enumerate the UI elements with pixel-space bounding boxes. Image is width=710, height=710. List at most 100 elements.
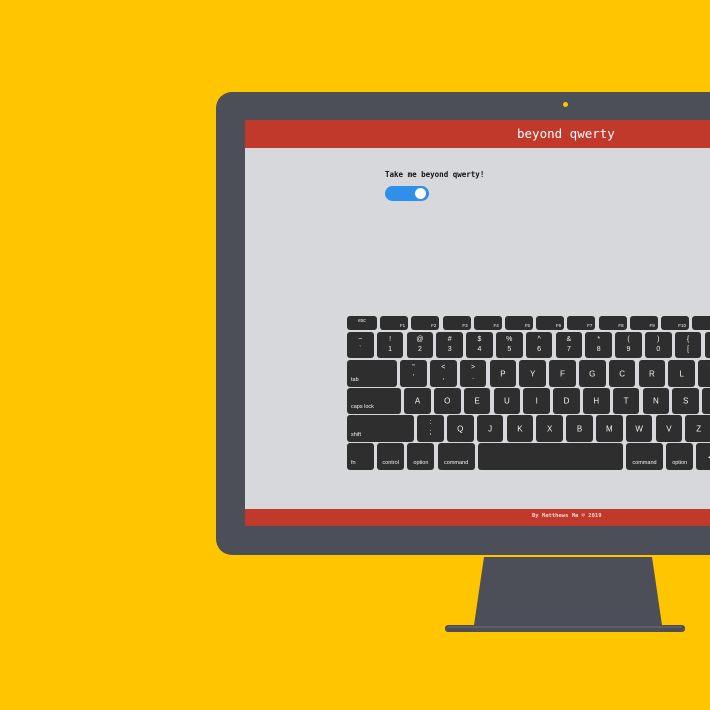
key-label: Y bbox=[530, 369, 536, 378]
key-5[interactable]: % 5 bbox=[496, 332, 523, 358]
key-base-char: 3 bbox=[447, 346, 452, 353]
key-p[interactable]: P bbox=[489, 360, 517, 387]
key--[interactable]: _- bbox=[702, 388, 710, 414]
key-%5D[interactable]: }] bbox=[704, 332, 710, 358]
key-f4[interactable]: F4 bbox=[473, 316, 502, 330]
key-label: A bbox=[414, 396, 421, 406]
key-s[interactable]: S bbox=[672, 388, 699, 414]
key-t[interactable]: T bbox=[612, 388, 640, 414]
key-label: X bbox=[547, 424, 553, 433]
key-j[interactable]: J bbox=[476, 415, 504, 442]
key-fn[interactable]: fn bbox=[347, 443, 374, 470]
key-f8[interactable]: F8 bbox=[598, 316, 627, 330]
key-command[interactable]: command bbox=[626, 443, 663, 470]
key-c[interactable]: C bbox=[608, 360, 636, 387]
key-2[interactable]: @2 bbox=[406, 332, 434, 358]
key-%2C[interactable]: <, bbox=[430, 360, 457, 387]
key-shift-char: ( bbox=[627, 336, 630, 343]
key-f6[interactable]: F6 bbox=[536, 316, 565, 330]
key-caps-lock[interactable]: caps lock bbox=[347, 388, 401, 414]
key-6[interactable]: ^ 6 bbox=[525, 332, 553, 358]
key-f11[interactable]: F11 bbox=[692, 316, 710, 330]
key-label: Q bbox=[457, 424, 464, 433]
toggle-label: Take me beyond qwerty! bbox=[385, 170, 485, 179]
key-o[interactable]: O bbox=[434, 388, 461, 414]
key-space[interactable] bbox=[477, 443, 623, 470]
screen: beyond qwerty Take me beyond qwerty! esc… bbox=[245, 120, 710, 526]
key-z[interactable]: Z bbox=[685, 415, 710, 442]
beyond-qwerty-toggle[interactable] bbox=[385, 186, 429, 201]
key-label: tab bbox=[351, 377, 359, 383]
key-4[interactable]: $4 bbox=[466, 332, 493, 358]
key-arrow-left[interactable]: ◄ bbox=[696, 443, 710, 470]
key-u[interactable]: U bbox=[493, 388, 521, 414]
key-%3B[interactable]: :; bbox=[417, 415, 444, 442]
key-shift-char: " bbox=[412, 364, 415, 371]
key-3[interactable]: #3 bbox=[436, 332, 463, 358]
key-'[interactable]: " ' bbox=[400, 360, 427, 387]
key-r[interactable]: R bbox=[638, 360, 666, 387]
key-f9[interactable]: F9 bbox=[629, 316, 658, 330]
key-base-char: [ bbox=[687, 346, 690, 353]
key-q[interactable]: Q bbox=[447, 415, 474, 442]
key-label: J bbox=[488, 424, 493, 433]
key-label: N bbox=[653, 396, 659, 406]
key-n[interactable]: N bbox=[642, 388, 670, 414]
key-label: L bbox=[679, 369, 684, 378]
key-a[interactable]: A bbox=[404, 388, 431, 414]
key-i[interactable]: I bbox=[523, 388, 550, 414]
key-e[interactable]: E bbox=[463, 388, 491, 414]
key-1[interactable]: ! 1 bbox=[376, 332, 404, 358]
key-l[interactable]: L bbox=[668, 360, 695, 387]
key-label: ◄ bbox=[696, 452, 710, 461]
app-footer: By Matthews Ma © 2019 bbox=[245, 509, 710, 526]
key-f6-label: F6 bbox=[555, 323, 562, 328]
key-f1[interactable]: F1 bbox=[380, 316, 409, 330]
key-d[interactable]: D bbox=[553, 388, 580, 414]
key-option[interactable]: option bbox=[666, 443, 694, 470]
key-label: fn bbox=[351, 460, 356, 466]
key-b[interactable]: B bbox=[566, 415, 593, 442]
key-label: O bbox=[444, 396, 451, 406]
key-label: W bbox=[635, 424, 643, 433]
key-label: E bbox=[474, 396, 480, 406]
key-tab[interactable]: tab bbox=[347, 360, 397, 387]
key-command[interactable]: command bbox=[437, 443, 475, 470]
key-label: command bbox=[444, 460, 469, 466]
key-x[interactable]: X bbox=[536, 415, 563, 442]
key-7[interactable]: & 7 bbox=[555, 332, 583, 358]
key-f[interactable]: F bbox=[549, 360, 576, 387]
key-y[interactable]: Y bbox=[519, 360, 546, 387]
key-option[interactable]: option bbox=[407, 443, 435, 470]
key-8[interactable]: * 8 bbox=[585, 332, 612, 358]
key-f3[interactable]: F3 bbox=[442, 316, 471, 330]
key-m[interactable]: M bbox=[596, 415, 623, 442]
key-label: G bbox=[589, 369, 596, 378]
key-v[interactable]: V bbox=[655, 415, 683, 442]
key-%2F[interactable]: ?/ bbox=[698, 360, 710, 387]
monitor-stand bbox=[445, 557, 685, 632]
key-f5[interactable]: F5 bbox=[505, 316, 533, 330]
key-g[interactable]: G bbox=[579, 360, 606, 387]
key-f10[interactable]: F10 bbox=[661, 316, 689, 330]
key-base-char: 8 bbox=[596, 346, 601, 353]
key-%5B[interactable]: {[ bbox=[674, 332, 702, 358]
key-9[interactable]: (9 bbox=[615, 332, 642, 358]
key-f2[interactable]: F2 bbox=[411, 316, 440, 330]
key-esc[interactable]: esc bbox=[347, 316, 377, 330]
key-0[interactable]: ) 0 bbox=[645, 332, 672, 358]
key-%60[interactable]: ~ ` bbox=[347, 332, 374, 358]
key-h[interactable]: H bbox=[583, 388, 610, 414]
key-control[interactable]: control bbox=[377, 443, 405, 470]
key-shift[interactable]: shift bbox=[347, 415, 414, 442]
key-label: T bbox=[623, 396, 629, 406]
key-shift-char: ! bbox=[389, 336, 392, 343]
key-k[interactable]: K bbox=[506, 415, 534, 442]
toggle-knob[interactable] bbox=[415, 188, 426, 199]
key-label: V bbox=[666, 424, 672, 433]
key-.[interactable]: >. bbox=[459, 360, 487, 387]
key-w[interactable]: W bbox=[625, 415, 653, 442]
key-f7[interactable]: F7 bbox=[567, 316, 596, 330]
key-base-char: - bbox=[702, 402, 710, 409]
key-shift-char: > bbox=[471, 364, 476, 371]
